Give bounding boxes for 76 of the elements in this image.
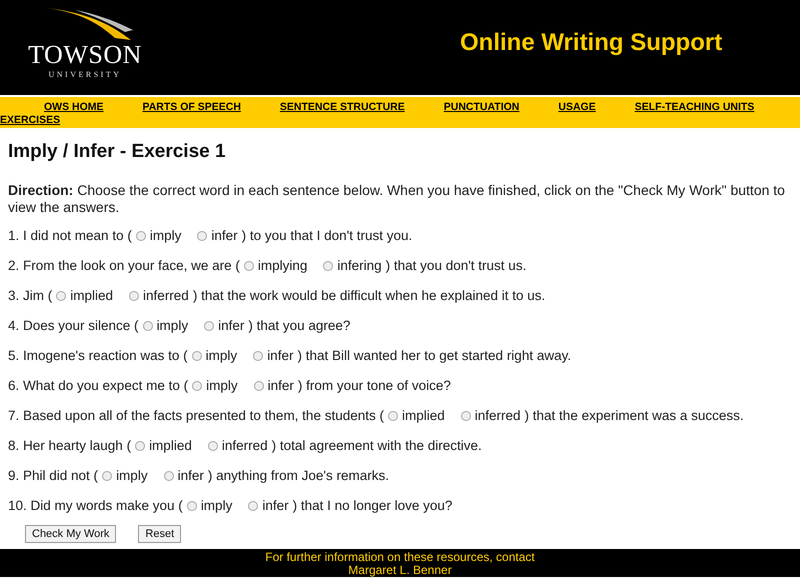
- question-text: 6. What do you expect me to (: [8, 378, 188, 393]
- radio-button[interactable]: [192, 380, 202, 390]
- nav-link[interactable]: PUNCTUATION: [444, 101, 522, 113]
- radio-button[interactable]: [208, 440, 218, 450]
- radio-button[interactable]: [254, 380, 264, 390]
- question-text: ) that the work would be difficult when he explained it to us.: [192, 288, 546, 303]
- radio-button[interactable]: [56, 290, 66, 300]
- check-button[interactable]: Check My Work: [25, 525, 116, 543]
- option-label[interactable]: imply: [116, 468, 148, 483]
- nav-link[interactable]: OWS HOME: [44, 101, 106, 113]
- footer-text: For further information on these resources, contact: [265, 551, 535, 564]
- question-text: 8. Her hearty laugh (: [8, 438, 132, 453]
- option-label[interactable]: implied: [70, 288, 114, 303]
- radio-button[interactable]: [244, 260, 254, 270]
- radio-button[interactable]: [323, 260, 334, 270]
- question-text: ) that Bill wanted her to get started right away.: [297, 348, 572, 363]
- direction-text: Direction: Choose the correct word in each sentence below. When you have finished, click on the "Check My Work" button to view the answers.: [8, 182, 786, 216]
- radio-button[interactable]: [102, 470, 112, 480]
- radio-button[interactable]: [253, 350, 264, 360]
- option-label[interactable]: infer: [267, 348, 294, 363]
- option-label[interactable]: infer: [262, 498, 289, 513]
- question-text: ) total agreement with the directive.: [272, 438, 482, 453]
- question-text: ) to you that I don't trust you.: [242, 228, 412, 243]
- question-text: ) that you don't trust us.: [386, 258, 526, 273]
- radio-button[interactable]: [135, 440, 146, 450]
- nav-link[interactable]: SELF-TEACHING UNITS: [634, 101, 758, 113]
- question-text: ) that the experiment was a success.: [524, 408, 744, 423]
- option-label[interactable]: infer: [218, 318, 244, 333]
- question-text: ) that you agree?: [248, 318, 350, 333]
- page-title: Imply / Infer - Exercise 1: [8, 141, 227, 163]
- option-label[interactable]: infering: [337, 258, 382, 273]
- radio-button[interactable]: [164, 470, 174, 480]
- option-label[interactable]: inferred: [143, 288, 189, 303]
- radio-button[interactable]: [388, 410, 398, 420]
- question-text: 4. Does your silence (: [8, 318, 139, 333]
- question-text: 5. Imogene's reaction was to (: [8, 348, 188, 363]
- radio-button[interactable]: [142, 320, 153, 330]
- nav-link[interactable]: SENTENCE STRUCTURE: [280, 101, 408, 113]
- option-label[interactable]: implied: [402, 408, 445, 423]
- radio-button[interactable]: [192, 350, 202, 360]
- question-text: ) anything from Joe's remarks.: [208, 468, 389, 483]
- option-label[interactable]: infer: [211, 228, 238, 243]
- option-label[interactable]: imply: [206, 378, 238, 393]
- nav-link[interactable]: EXERCISES: [0, 114, 759, 126]
- radio-button[interactable]: [186, 500, 197, 510]
- radio-button[interactable]: [197, 230, 208, 240]
- option-label[interactable]: imply: [206, 348, 238, 363]
- option-label[interactable]: infer: [178, 468, 204, 483]
- nav-link[interactable]: USAGE: [558, 101, 599, 113]
- question-text: ) that I no longer love you?: [292, 498, 452, 513]
- option-label[interactable]: infer: [268, 378, 294, 393]
- site-title: Online Writing Support: [460, 29, 722, 57]
- question-text: 9. Phil did not (: [8, 468, 98, 483]
- option-label[interactable]: inferred: [222, 438, 268, 453]
- logo-wordmark: TOWSON: [28, 42, 142, 68]
- option-label[interactable]: implying: [258, 258, 308, 273]
- nav-link[interactable]: PARTS OF SPEECH: [142, 101, 244, 113]
- radio-button[interactable]: [129, 290, 140, 300]
- footer-text: Margaret L. Benner: [348, 564, 452, 577]
- option-label[interactable]: imply: [200, 498, 232, 513]
- question-text: 10. Did my words make you (: [8, 498, 183, 513]
- radio-button[interactable]: [204, 320, 214, 330]
- question-text: 2. From the look on your face, we are (: [8, 258, 240, 273]
- question-text: 7. Based upon all of the facts presented to them, the students (: [8, 408, 384, 423]
- reset-button[interactable]: Reset: [138, 525, 182, 543]
- radio-button[interactable]: [460, 410, 471, 420]
- option-label[interactable]: imply: [150, 228, 182, 243]
- logo-subtitle: UNIVERSITY: [48, 70, 122, 79]
- option-label[interactable]: implied: [149, 438, 192, 453]
- option-label[interactable]: imply: [156, 318, 188, 333]
- radio-button[interactable]: [136, 230, 146, 240]
- option-label[interactable]: inferred: [474, 408, 521, 423]
- radio-button[interactable]: [248, 500, 258, 510]
- question-text: ) from your tone of voice?: [298, 378, 451, 393]
- question-text: 3. Jim (: [8, 288, 52, 303]
- question-text: 1. I did not mean to (: [8, 228, 132, 243]
